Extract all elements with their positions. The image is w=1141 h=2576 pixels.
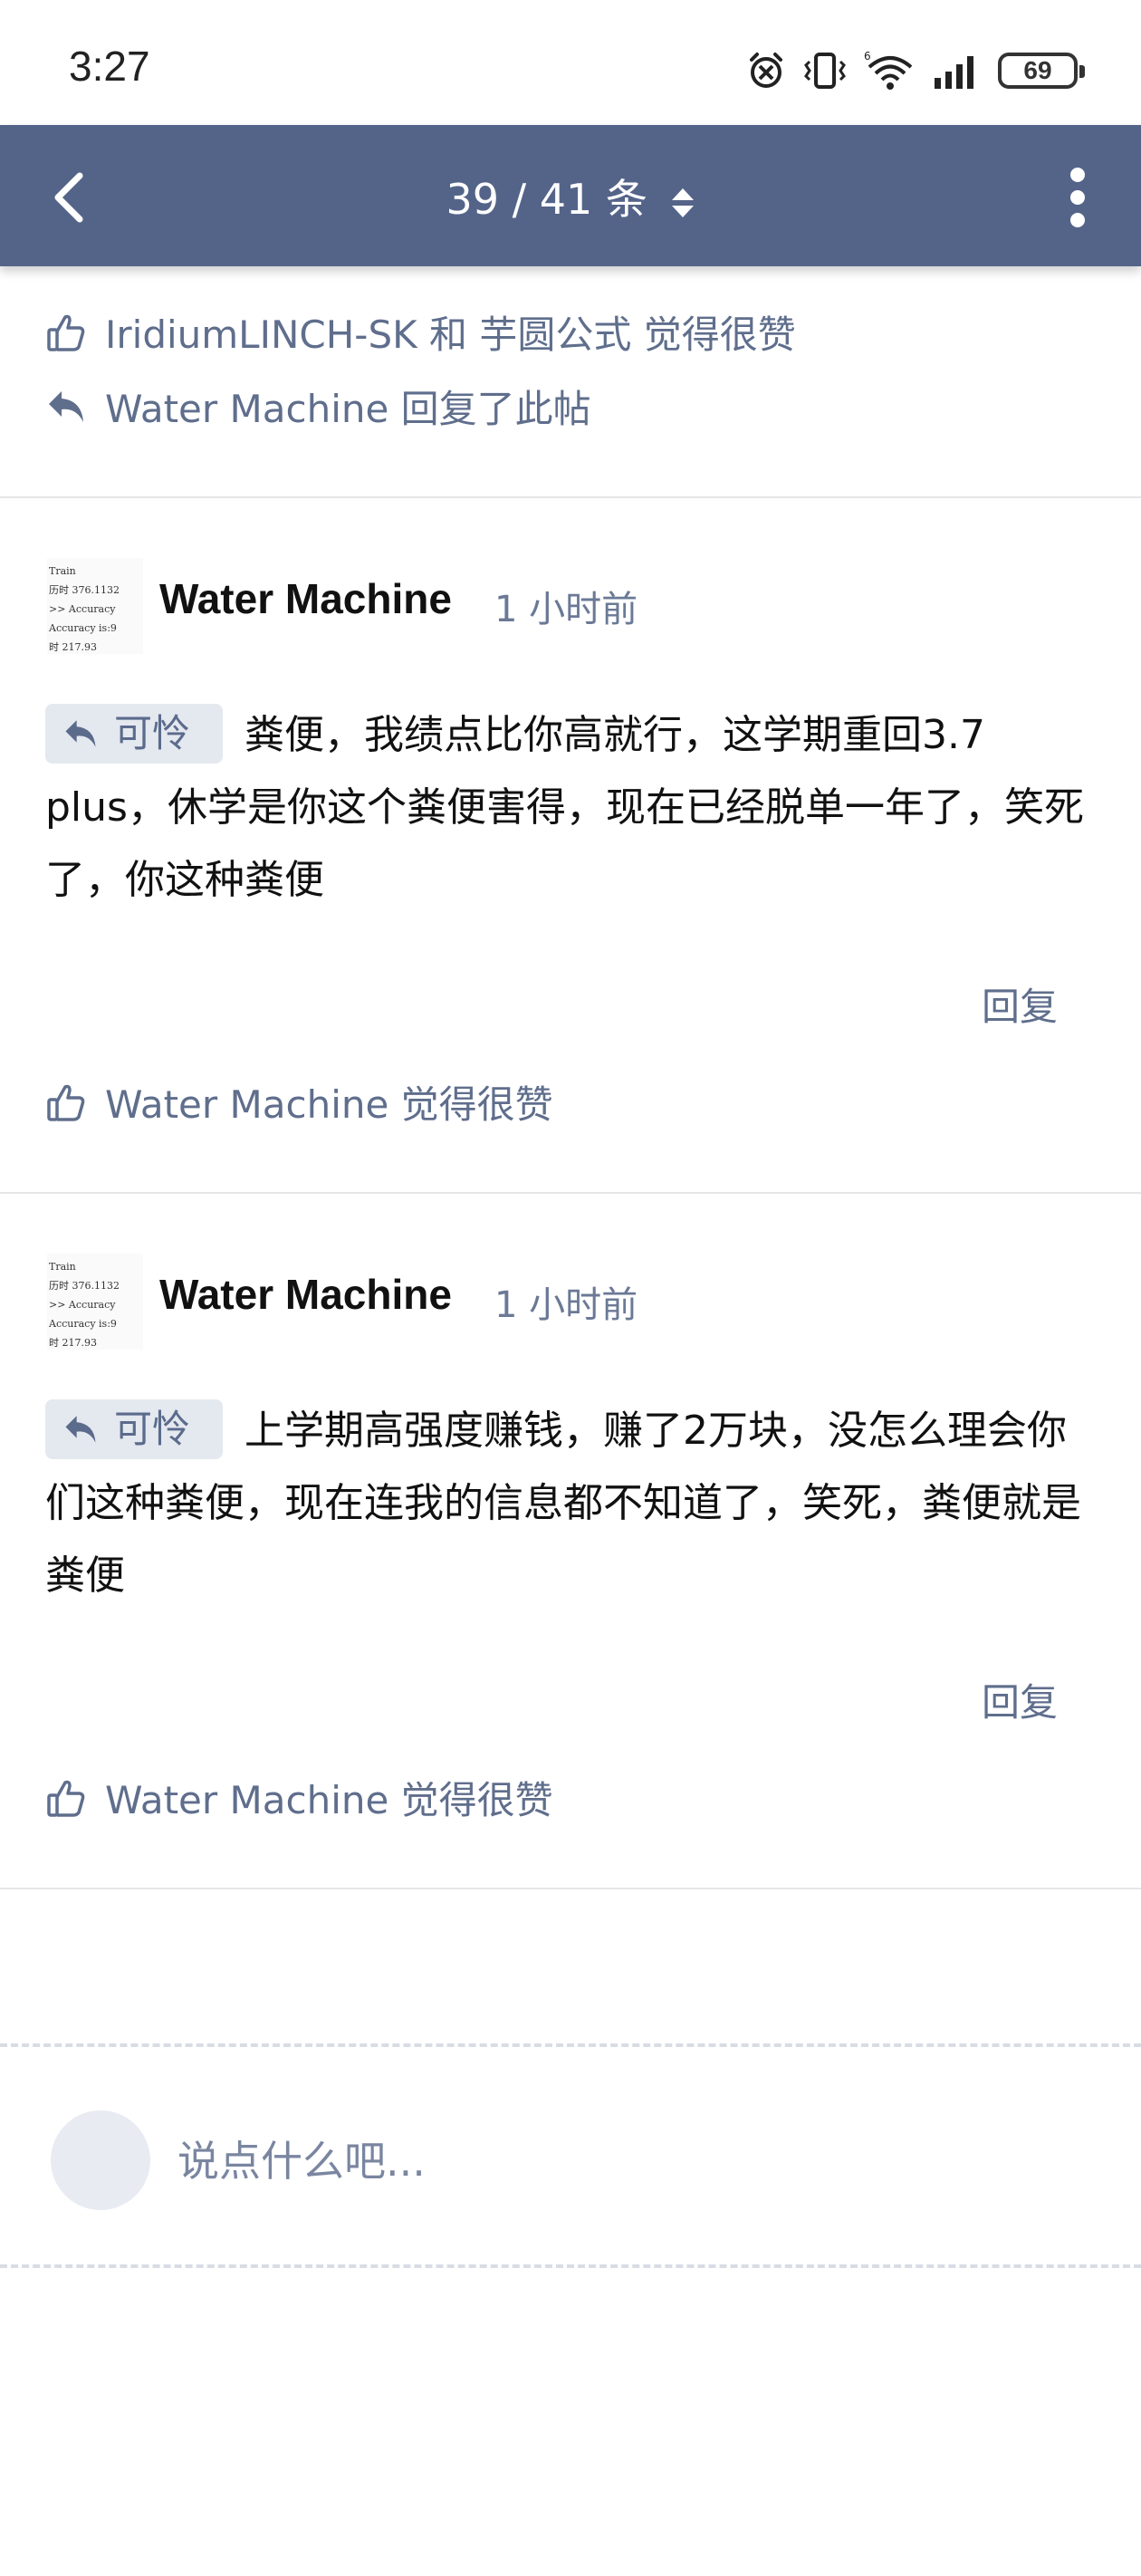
vibrate-icon <box>804 53 846 89</box>
status-bar: 3:27 6 69 <box>0 0 1141 125</box>
alarm-icon <box>750 53 782 88</box>
likes-text: IridiumLINCH-SK 和 芋圆公式 觉得很赞 <box>105 312 796 357</box>
thumbs-up-icon <box>47 1084 85 1121</box>
signal-icon <box>935 56 973 89</box>
divider <box>0 1192 1141 1194</box>
sort-arrows-icon <box>671 187 694 217</box>
reply-arrow-icon <box>49 390 83 422</box>
quote-chip[interactable]: 可怜 <box>45 704 224 764</box>
avatar-image-text: Train 历时 376.1132 >> Accuracy Accuracy i… <box>49 1261 120 1349</box>
replied-row-top: Water Machine 回复了此帖 <box>45 379 591 434</box>
thumbs-up-icon <box>47 314 85 351</box>
likes-row-top: IridiumLINCH-SK 和 芋圆公式 觉得很赞 <box>45 304 796 360</box>
thumbs-up-icon <box>47 1780 85 1817</box>
battery-icon: 69 <box>998 53 1085 89</box>
comment-input[interactable]: 说点什么吧... <box>177 2129 426 2188</box>
post-time: 1 小时前 <box>494 1284 638 1326</box>
avatar-image-text: Train 历时 376.1132 >> Accuracy Accuracy i… <box>49 565 120 653</box>
post-time: 1 小时前 <box>494 589 638 630</box>
author-name[interactable]: Water Machine <box>159 1270 452 1319</box>
quote-chip[interactable]: 可怜 <box>45 1399 224 1459</box>
likes-row: Water Machine 觉得很赞 <box>45 1074 553 1129</box>
post-body: 可怜 上学期高强度赚钱，赚了2万块，没怎么理会你们这种粪便，现在连我的信息都不知… <box>45 1395 1101 1612</box>
divider <box>0 1888 1141 1889</box>
likes-row: Water Machine 觉得很赞 <box>45 1770 553 1825</box>
svg-text:6: 6 <box>864 50 871 62</box>
reply-button[interactable]: 回复 <box>982 1672 1058 1727</box>
reply-button[interactable]: 回复 <box>982 976 1058 1032</box>
avatar[interactable]: Train 历时 376.1132 >> Accuracy Accuracy i… <box>47 1254 143 1350</box>
quote-label: 可怜 <box>114 1407 191 1451</box>
avatar[interactable]: Train 历时 376.1132 >> Accuracy Accuracy i… <box>47 558 143 654</box>
divider <box>0 496 1141 498</box>
post-body: 可怜 粪便，我绩点比你高就行，这学期重回3.7 plus，休学是你这个粪便害得，… <box>45 699 1101 917</box>
likes-text: Water Machine 觉得很赞 <box>105 1778 553 1822</box>
quote-label: 可怜 <box>114 711 191 755</box>
replied-text: Water Machine 回复了此帖 <box>105 387 591 431</box>
reply-arrow-icon <box>65 1416 96 1443</box>
status-time: 3:27 <box>69 43 150 90</box>
reply-arrow-icon <box>65 720 96 747</box>
post-counter-dropdown[interactable]: 39 / 41 条 <box>0 167 1141 226</box>
likes-text: Water Machine 觉得很赞 <box>105 1082 553 1127</box>
post-counter-label: 39 / 41 条 <box>446 175 647 224</box>
more-vert-icon <box>1070 168 1085 227</box>
comment-composer[interactable]: 说点什么吧... <box>0 2043 1141 2268</box>
more-options-button[interactable] <box>1041 161 1114 234</box>
user-avatar <box>51 2110 150 2210</box>
author-name[interactable]: Water Machine <box>159 574 452 623</box>
top-app-bar: 39 / 41 条 <box>0 125 1141 266</box>
battery-level: 69 <box>1023 56 1052 84</box>
wifi-icon: 6 <box>864 50 913 90</box>
status-icons: 6 69 <box>746 45 1085 96</box>
